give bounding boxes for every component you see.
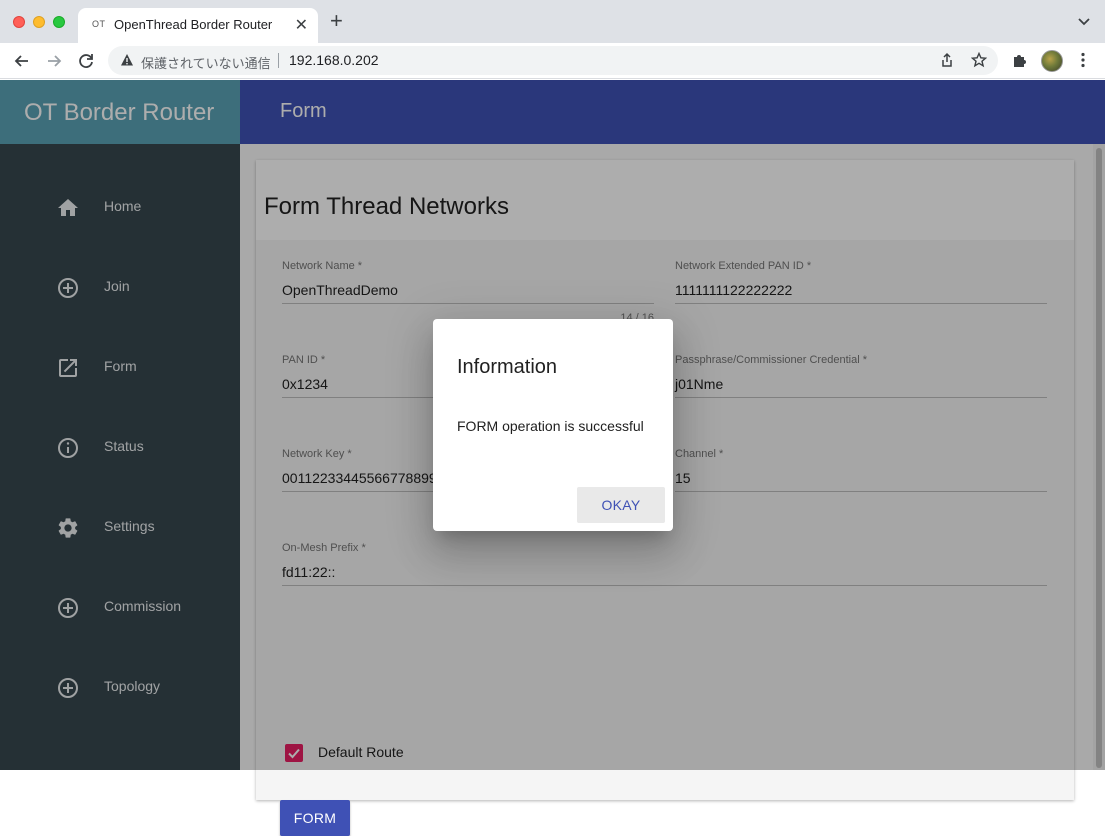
app-root: OT Border Router Home Join Form Status S… <box>0 80 1105 836</box>
tab-close-icon[interactable]: ✕ <box>295 15 308 35</box>
address-divider <box>278 53 279 68</box>
tab-favicon: OT <box>92 19 106 29</box>
profile-avatar[interactable] <box>1041 50 1063 72</box>
browser-tab-bar: OT OpenThread Border Router ✕ + <box>0 0 1105 43</box>
browser-toolbar: 保護されていない通信 192.168.0.202 <box>0 43 1105 79</box>
bookmark-star-icon[interactable] <box>971 52 987 68</box>
new-tab-button[interactable]: + <box>330 10 343 32</box>
form-submit-button[interactable]: FORM <box>280 800 350 836</box>
back-arrow-icon[interactable] <box>12 51 32 71</box>
reload-icon[interactable] <box>76 51 96 71</box>
dialog-message: FORM operation is successful <box>457 418 644 434</box>
dialog-title: Information <box>457 356 558 378</box>
okay-button[interactable]: OKAY <box>577 487 665 523</box>
browser-tab[interactable]: OT OpenThread Border Router ✕ <box>78 8 318 43</box>
warning-icon[interactable] <box>120 53 134 67</box>
security-status-text[interactable]: 保護されていない通信 <box>141 53 271 72</box>
forward-arrow-icon[interactable] <box>44 51 64 71</box>
browser-menu-kebab-icon[interactable] <box>1076 51 1090 69</box>
url-text[interactable]: 192.168.0.202 <box>289 52 379 68</box>
close-window-button[interactable] <box>13 16 25 28</box>
minimize-window-button[interactable] <box>33 16 45 28</box>
information-dialog: Information FORM operation is successful… <box>433 319 673 531</box>
tab-search-chevron-icon[interactable] <box>1077 15 1091 29</box>
maximize-window-button[interactable] <box>53 16 65 28</box>
extensions-puzzle-icon[interactable] <box>1011 51 1029 69</box>
share-icon[interactable] <box>939 52 955 68</box>
address-bar[interactable]: 保護されていない通信 192.168.0.202 <box>108 46 998 75</box>
tab-title: OpenThread Border Router <box>114 17 273 32</box>
